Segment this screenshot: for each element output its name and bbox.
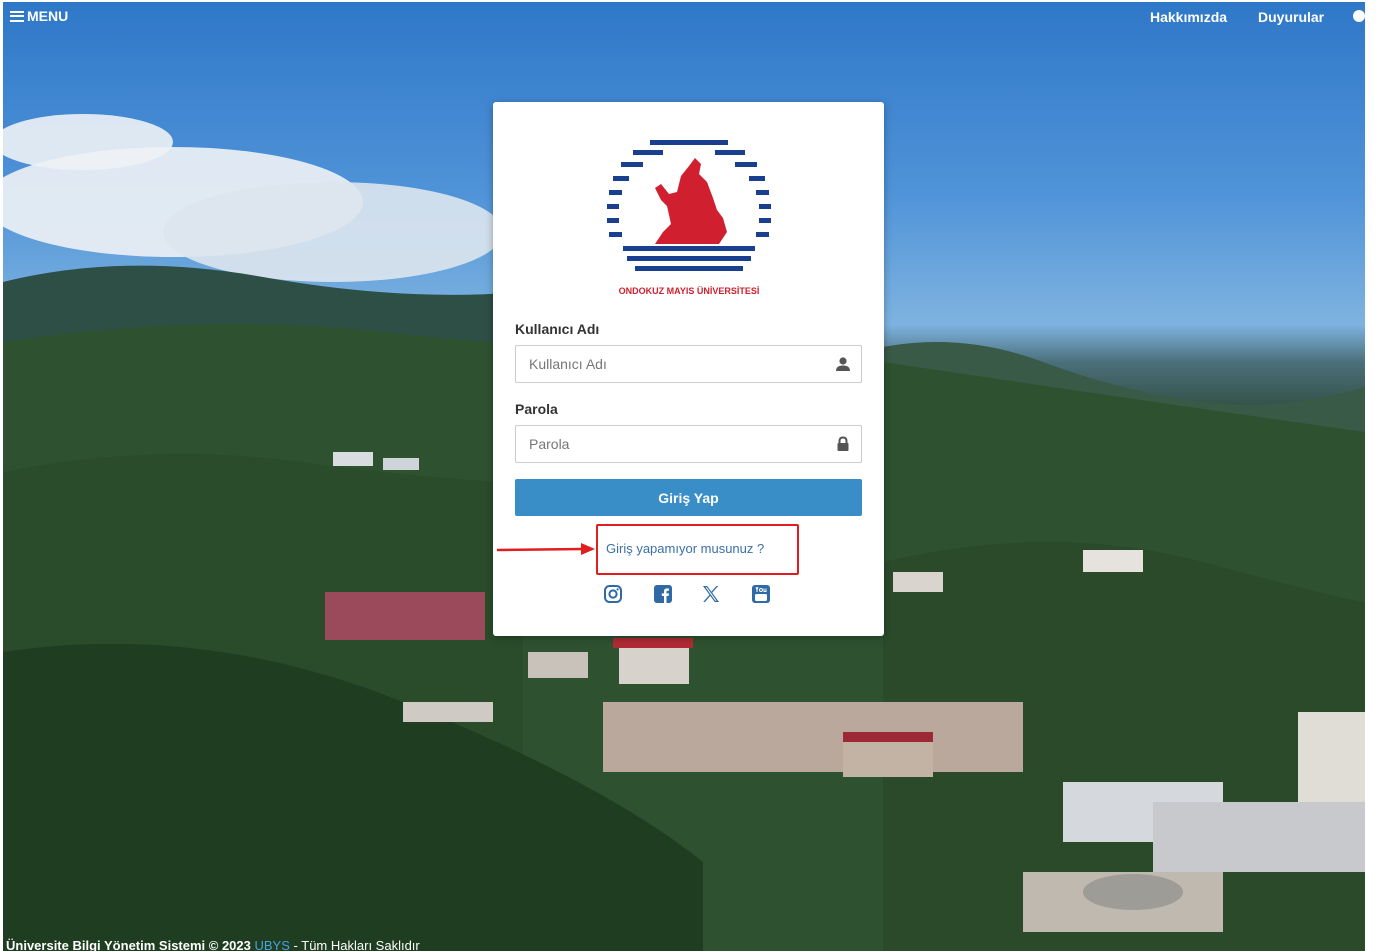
- password-field-wrapper: [515, 425, 862, 463]
- instagram-icon[interactable]: [603, 584, 623, 604]
- hamburger-icon: [10, 10, 24, 22]
- username-field-wrapper: [515, 345, 862, 383]
- nav-link-announcements[interactable]: Duyurular: [1258, 9, 1324, 25]
- x-icon[interactable]: [701, 584, 721, 604]
- footer-ubys-link[interactable]: UBYS: [255, 938, 290, 951]
- menu-button[interactable]: MENU: [10, 8, 68, 24]
- university-logo: ONDOKUZ MAYIS ÜNİVERSİTESİ: [607, 140, 771, 296]
- logo-text: ONDOKUZ MAYIS ÜNİVERSİTESİ: [619, 286, 760, 296]
- footer: Üniversite Bilgi Yönetim Sistemi © 2023 …: [6, 938, 420, 951]
- footer-rights: Tüm Hakları Saklıdır: [301, 938, 420, 951]
- lock-icon: [837, 436, 849, 451]
- facebook-icon[interactable]: [653, 584, 673, 604]
- login-button[interactable]: Giriş Yap: [515, 479, 862, 516]
- red-arrow-annotation: [497, 543, 595, 555]
- password-input[interactable]: [516, 426, 829, 462]
- footer-system-name: Üniversite Bilgi Yönetim Sistemi © 2023: [6, 938, 251, 951]
- top-navigation-bar: MENU Hakkımızda Duyurular: [0, 0, 1386, 36]
- username-label: Kullanıcı Adı: [515, 321, 600, 337]
- password-label: Parola: [515, 401, 558, 417]
- cannot-login-link[interactable]: Giriş yapamıyor musunuz ?: [606, 541, 764, 556]
- globe-icon[interactable]: [1353, 10, 1365, 22]
- help-link-highlight-box: Giriş yapamıyor musunuz ?: [596, 524, 799, 575]
- social-links: [603, 584, 773, 606]
- nav-link-about[interactable]: Hakkımızda: [1150, 9, 1227, 25]
- user-icon: [836, 357, 850, 371]
- menu-label: MENU: [27, 8, 69, 24]
- username-input[interactable]: [516, 346, 829, 382]
- footer-separator: -: [293, 938, 298, 951]
- youtube-icon[interactable]: [751, 584, 771, 604]
